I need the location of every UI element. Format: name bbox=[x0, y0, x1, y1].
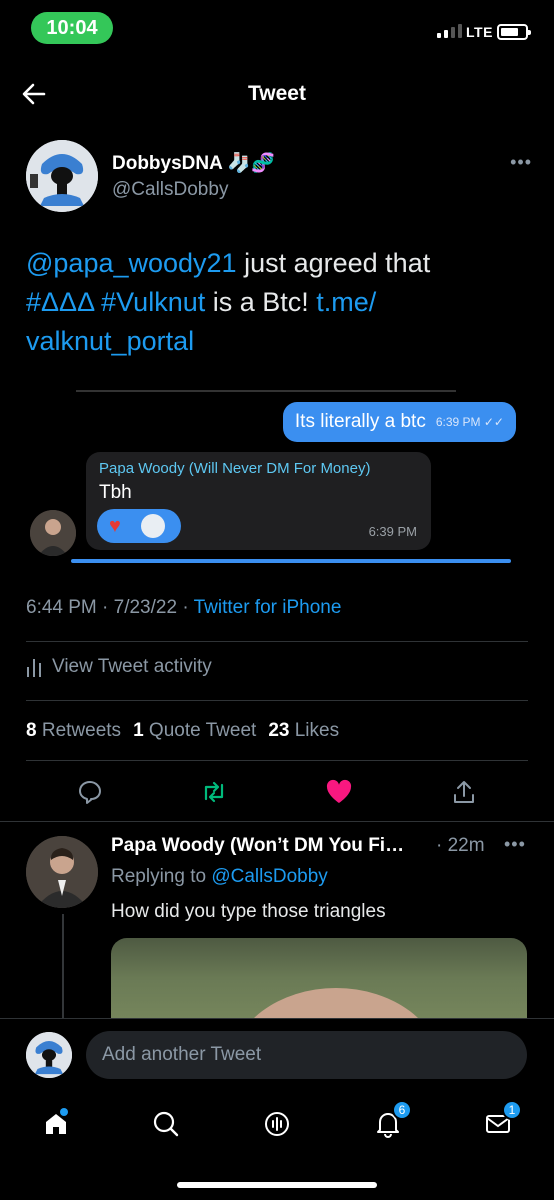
avatar bbox=[26, 1032, 72, 1078]
mention-link[interactable]: @papa_woody21 bbox=[26, 248, 237, 278]
messages-badge: 1 bbox=[502, 1100, 522, 1120]
message-time: 6:39 PM bbox=[368, 524, 417, 539]
notifications-icon[interactable]: 6 bbox=[368, 1100, 412, 1144]
tweet-stats: 8 Retweets 1 Quote Tweet 23 Likes bbox=[26, 720, 339, 742]
avatar bbox=[30, 510, 76, 556]
signal-icon bbox=[437, 24, 462, 38]
mention-link[interactable]: @CallsDobby bbox=[211, 866, 327, 887]
retweet-icon[interactable] bbox=[196, 774, 232, 810]
heart-icon: ♥ bbox=[109, 515, 121, 537]
hashtag-link[interactable]: #Vulknut bbox=[101, 287, 205, 317]
tweet-actions bbox=[26, 774, 528, 810]
author-handle[interactable]: @CallsDobby bbox=[112, 179, 228, 201]
tweet-meta: 6:44 PM · 7/23/22 · Twitter for iPhone bbox=[26, 597, 342, 618]
source-link[interactable]: Twitter for iPhone bbox=[194, 597, 342, 618]
reply-icon[interactable] bbox=[72, 774, 108, 810]
message-sender: Papa Woody (Will Never DM For Money) bbox=[99, 460, 371, 477]
author-name[interactable]: DobbysDNA 🧦🧬 bbox=[112, 151, 275, 175]
divider bbox=[26, 641, 528, 642]
replying-to: Replying to @CallsDobby bbox=[111, 866, 328, 887]
media-divider bbox=[71, 559, 511, 563]
network-label: LTE bbox=[466, 24, 493, 40]
reply-author-name[interactable]: Papa Woody (Won’t DM You Fi… bbox=[111, 835, 404, 857]
avatar[interactable] bbox=[26, 836, 98, 908]
home-icon[interactable] bbox=[36, 1104, 76, 1144]
battery-icon bbox=[497, 24, 531, 40]
retweets-stat[interactable]: 8 Retweets bbox=[26, 720, 121, 742]
search-icon[interactable] bbox=[146, 1104, 186, 1144]
bottom-nav: 6 1 bbox=[0, 1094, 554, 1156]
tweet-media[interactable]: Its literally a btc 6:39 PM ✓✓ Papa Wood… bbox=[26, 385, 528, 563]
more-options-icon[interactable]: ••• bbox=[504, 834, 526, 855]
message-time: 6:39 PM ✓✓ bbox=[435, 415, 504, 429]
top-header: Tweet bbox=[0, 62, 554, 124]
message-text: Tbh bbox=[99, 482, 132, 503]
incoming-message: Papa Woody (Will Never DM For Money) Tbh… bbox=[86, 452, 431, 550]
spaces-icon[interactable] bbox=[257, 1104, 297, 1144]
status-time: 10:04 bbox=[31, 12, 113, 44]
heart-icon[interactable] bbox=[321, 774, 357, 810]
notifications-badge: 6 bbox=[392, 1100, 412, 1120]
reply-image[interactable] bbox=[111, 938, 527, 1018]
media-divider bbox=[76, 390, 456, 392]
status-bar: 10:04 LTE bbox=[0, 0, 554, 60]
view-activity-button[interactable]: View Tweet activity bbox=[26, 656, 212, 678]
url-link[interactable]: t.me/ bbox=[316, 287, 376, 317]
tweet-author: DobbysDNA 🧦🧬 @CallsDobby ••• bbox=[26, 140, 532, 215]
tweet-text: @papa_woody21 just agreed that #ΔΔΔ #Vul… bbox=[26, 248, 431, 356]
share-icon[interactable] bbox=[446, 774, 482, 810]
likes-stat[interactable]: 23 Likes bbox=[268, 720, 339, 742]
reply-input[interactable]: Add another Tweet bbox=[86, 1031, 527, 1079]
reply-text: How did you type those triangles bbox=[111, 901, 386, 922]
reply-tweet[interactable]: Papa Woody (Won’t DM You Fi… · 22m ••• R… bbox=[0, 822, 554, 1018]
reaction-pill: ♥ bbox=[97, 509, 181, 543]
url-link[interactable]: valknut_portal bbox=[26, 326, 194, 356]
thread-line bbox=[62, 914, 64, 1018]
divider bbox=[26, 700, 528, 701]
avatar bbox=[141, 514, 165, 538]
more-options-icon[interactable]: ••• bbox=[510, 152, 532, 173]
divider bbox=[26, 760, 528, 761]
quotes-stat[interactable]: 1 Quote Tweet bbox=[133, 720, 256, 742]
outgoing-message: Its literally a btc 6:39 PM ✓✓ bbox=[282, 402, 516, 442]
hashtag-link[interactable]: #ΔΔΔ bbox=[26, 287, 94, 317]
avatar[interactable] bbox=[26, 140, 98, 212]
analytics-icon bbox=[27, 659, 41, 677]
page-title: Tweet bbox=[248, 82, 306, 105]
home-indicator bbox=[177, 1182, 377, 1188]
reply-age: · 22m bbox=[436, 835, 485, 856]
messages-icon[interactable]: 1 bbox=[478, 1100, 522, 1144]
compose-bar: Add another Tweet bbox=[0, 1018, 554, 1094]
home-indicator-dot bbox=[60, 1108, 68, 1116]
